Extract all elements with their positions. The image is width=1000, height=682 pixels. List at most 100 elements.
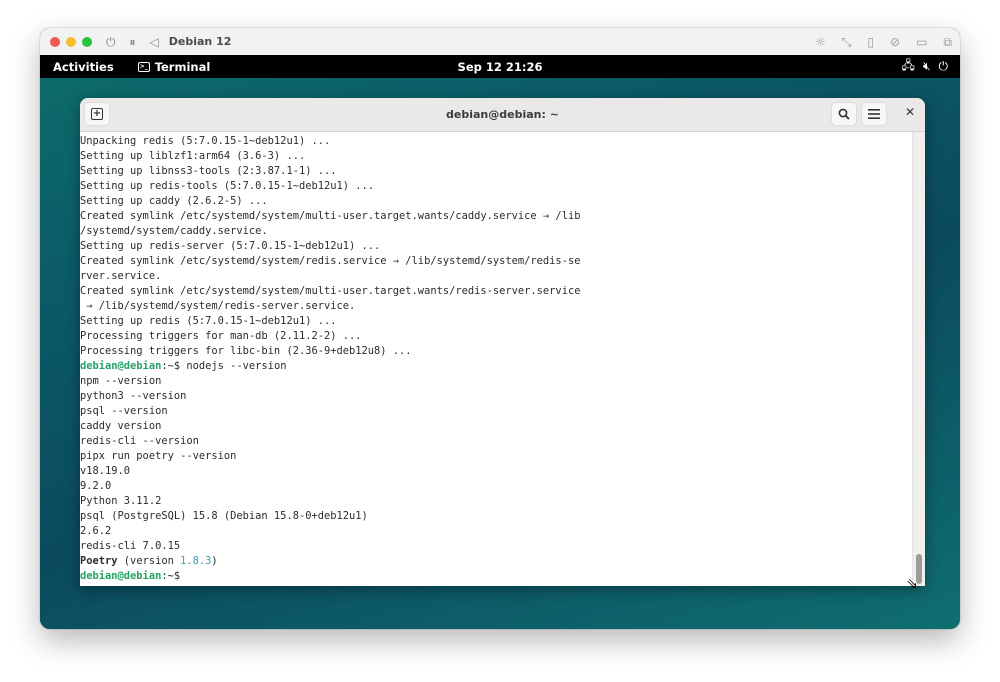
vm-titlebar: ⏻ ⏸ ◁ Debian 12 ☼ ⤡ ▯ ⊘ ▭ ⧉ bbox=[40, 28, 960, 56]
brightness-icon[interactable]: ☼ bbox=[815, 36, 826, 48]
folder-icon[interactable]: ▭ bbox=[916, 36, 927, 48]
close-window-button[interactable] bbox=[50, 36, 60, 47]
terminal-line: 2.6.2 bbox=[80, 524, 913, 539]
terminal-window: + debian@debian: ~ ✕ Unpacking redis (5:… bbox=[80, 98, 925, 586]
terminal-line: Created symlink /etc/systemd/system/mult… bbox=[80, 209, 913, 224]
terminal-text: Poetry bbox=[80, 555, 118, 567]
terminal-text: /systemd/system/caddy.service. bbox=[80, 225, 268, 237]
terminal-text: (version bbox=[117, 555, 181, 567]
terminal-text: Created symlink /etc/systemd/system/mult… bbox=[80, 210, 581, 222]
scrollbar[interactable] bbox=[912, 132, 925, 586]
terminal-text: Created symlink /etc/systemd/system/redi… bbox=[80, 255, 581, 267]
no-network-icon[interactable]: ⊘ bbox=[890, 36, 900, 48]
terminal-text: Processing triggers for man-db (2.11.2-2… bbox=[80, 330, 362, 342]
volume-muted-icon: 🔇︎ bbox=[922, 59, 931, 73]
terminal-text: 9.2.0 bbox=[80, 480, 112, 492]
prompt-user: debian@debian bbox=[80, 570, 162, 582]
terminal-line: redis-cli --version bbox=[80, 434, 913, 449]
system-tray[interactable]: 🖧 🔇︎ ⏻ bbox=[902, 56, 948, 77]
terminal-line: Created symlink /etc/systemd/system/redi… bbox=[80, 254, 913, 269]
prompt-path: :~$ bbox=[161, 570, 181, 582]
terminal-line: Created symlink /etc/systemd/system/mult… bbox=[80, 284, 913, 299]
minimize-window-button[interactable] bbox=[66, 36, 76, 47]
terminal-line: Setting up redis-server (5:7.0.15-1~deb1… bbox=[80, 239, 913, 254]
terminal-text: pipx run poetry --version bbox=[80, 450, 237, 462]
terminal-text: 2.6.2 bbox=[80, 525, 112, 537]
pause-icon[interactable]: ⏸ bbox=[130, 36, 136, 48]
terminal-text: redis-cli --version bbox=[80, 435, 199, 447]
terminal-output[interactable]: Unpacking redis (5:7.0.15-1~deb12u1) ...… bbox=[80, 132, 913, 586]
terminal-text: redis-cli 7.0.15 bbox=[80, 540, 181, 552]
power-icon[interactable]: ⏻ bbox=[106, 36, 116, 48]
desktop: + debian@debian: ~ ✕ Unpacking redis (5:… bbox=[40, 78, 960, 629]
terminal-line: v18.19.0 bbox=[80, 464, 913, 479]
terminal-text: ) bbox=[211, 555, 218, 567]
terminal-line: caddy version bbox=[80, 419, 913, 434]
terminal-line: Processing triggers for man-db (2.11.2-2… bbox=[80, 329, 913, 344]
network-icon: 🖧 bbox=[901, 58, 915, 72]
terminal-text: psql --version bbox=[80, 405, 168, 417]
terminal-text: npm --version bbox=[80, 375, 162, 387]
vm-toolbar: ☼ ⤡ ▯ ⊘ ▭ ⧉ bbox=[815, 28, 952, 55]
maximize-window-button[interactable] bbox=[82, 36, 92, 47]
terminal-line: Python 3.11.2 bbox=[80, 494, 913, 509]
resize-cursor-icon: ⇘ bbox=[906, 576, 918, 592]
terminal-text: Python 3.11.2 bbox=[80, 495, 162, 507]
prompt-user: debian@debian bbox=[80, 360, 162, 372]
terminal-line: /systemd/system/caddy.service. bbox=[80, 224, 913, 239]
resize-icon[interactable]: ⤡ bbox=[842, 36, 852, 48]
terminal-line: Setting up redis-tools (5:7.0.15-1~deb12… bbox=[80, 179, 913, 194]
terminal-text: Setting up redis-server (5:7.0.15-1~deb1… bbox=[80, 240, 381, 252]
terminal-text: Setting up liblzf1:arm64 (3.6-3) ... bbox=[80, 150, 306, 162]
terminal-text: nodejs --version bbox=[186, 360, 287, 372]
terminal-line: Unpacking redis (5:7.0.15-1~deb12u1) ... bbox=[80, 134, 913, 149]
app-menu-terminal[interactable]: >_ Terminal bbox=[137, 59, 211, 74]
terminal-line: Setting up libnss3-tools (2:3.87.1-1) ..… bbox=[80, 164, 913, 179]
terminal-line: Setting up caddy (2.6.2-5) ... bbox=[80, 194, 913, 209]
terminal-text: caddy version bbox=[80, 420, 162, 432]
terminal-line: debian@debian:~$ bbox=[80, 569, 913, 584]
hamburger-menu-icon bbox=[868, 109, 880, 119]
terminal-text: psql (PostgreSQL) 15.8 (Debian 15.8-0+de… bbox=[80, 510, 368, 522]
terminal-text: Setting up redis (5:7.0.15-1~deb12u1) ..… bbox=[80, 315, 337, 327]
terminal-title: debian@debian: ~ bbox=[446, 108, 559, 121]
terminal-line: rver.service. bbox=[80, 269, 913, 284]
terminal-line: Processing triggers for libc-bin (2.36-9… bbox=[80, 344, 913, 359]
menu-button[interactable] bbox=[861, 102, 887, 126]
terminal-line: 9.2.0 bbox=[80, 479, 913, 494]
terminal-text: Setting up caddy (2.6.2-5) ... bbox=[80, 195, 268, 207]
search-button[interactable] bbox=[831, 102, 857, 126]
vm-window: ⏻ ⏸ ◁ Debian 12 ☼ ⤡ ▯ ⊘ ▭ ⧉ Activities >… bbox=[40, 28, 960, 629]
search-icon bbox=[838, 108, 850, 120]
terminal-text: python3 --version bbox=[80, 390, 187, 402]
terminal-text: Setting up libnss3-tools (2:3.87.1-1) ..… bbox=[80, 165, 337, 177]
usb-icon[interactable]: ▯ bbox=[867, 36, 874, 48]
terminal-text: v18.19.0 bbox=[80, 465, 131, 477]
terminal-line: Setting up redis (5:7.0.15-1~deb12u1) ..… bbox=[80, 314, 913, 329]
terminal-icon: >_ bbox=[137, 61, 150, 72]
terminal-text: Setting up redis-tools (5:7.0.15-1~deb12… bbox=[80, 180, 375, 192]
terminal-line: redis-cli 7.0.15 bbox=[80, 539, 913, 554]
terminal-line: pipx run poetry --version bbox=[80, 449, 913, 464]
terminal-line: → /lib/systemd/system/redis-server.servi… bbox=[80, 299, 913, 314]
back-icon[interactable]: ◁ bbox=[150, 36, 159, 48]
terminal-header: + debian@debian: ~ ✕ bbox=[80, 98, 925, 132]
windows-icon[interactable]: ⧉ bbox=[943, 36, 952, 48]
app-menu-label: Terminal bbox=[154, 59, 211, 74]
clock[interactable]: Sep 12 21:26 bbox=[458, 60, 543, 74]
terminal-text: Unpacking redis (5:7.0.15-1~deb12u1) ... bbox=[80, 135, 331, 147]
terminal-text: 1.8.3 bbox=[180, 555, 212, 567]
terminal-text: → /lib/systemd/system/redis-server.servi… bbox=[80, 300, 356, 312]
terminal-line: npm --version bbox=[80, 374, 913, 389]
close-terminal-button[interactable]: ✕ bbox=[905, 105, 915, 119]
terminal-line: psql (PostgreSQL) 15.8 (Debian 15.8-0+de… bbox=[80, 509, 913, 524]
window-controls bbox=[50, 36, 92, 47]
activities-button[interactable]: Activities bbox=[53, 60, 114, 74]
gnome-top-bar: Activities >_ Terminal Sep 12 21:26 🖧 🔇︎… bbox=[40, 55, 960, 78]
terminal-text: rver.service. bbox=[80, 270, 162, 282]
terminal-line: python3 --version bbox=[80, 389, 913, 404]
terminal-line: debian@debian:~$ nodejs --version bbox=[80, 359, 913, 374]
terminal-line: psql --version bbox=[80, 404, 913, 419]
vm-title: Debian 12 bbox=[168, 35, 232, 48]
terminal-text: Processing triggers for libc-bin (2.36-9… bbox=[80, 345, 412, 357]
